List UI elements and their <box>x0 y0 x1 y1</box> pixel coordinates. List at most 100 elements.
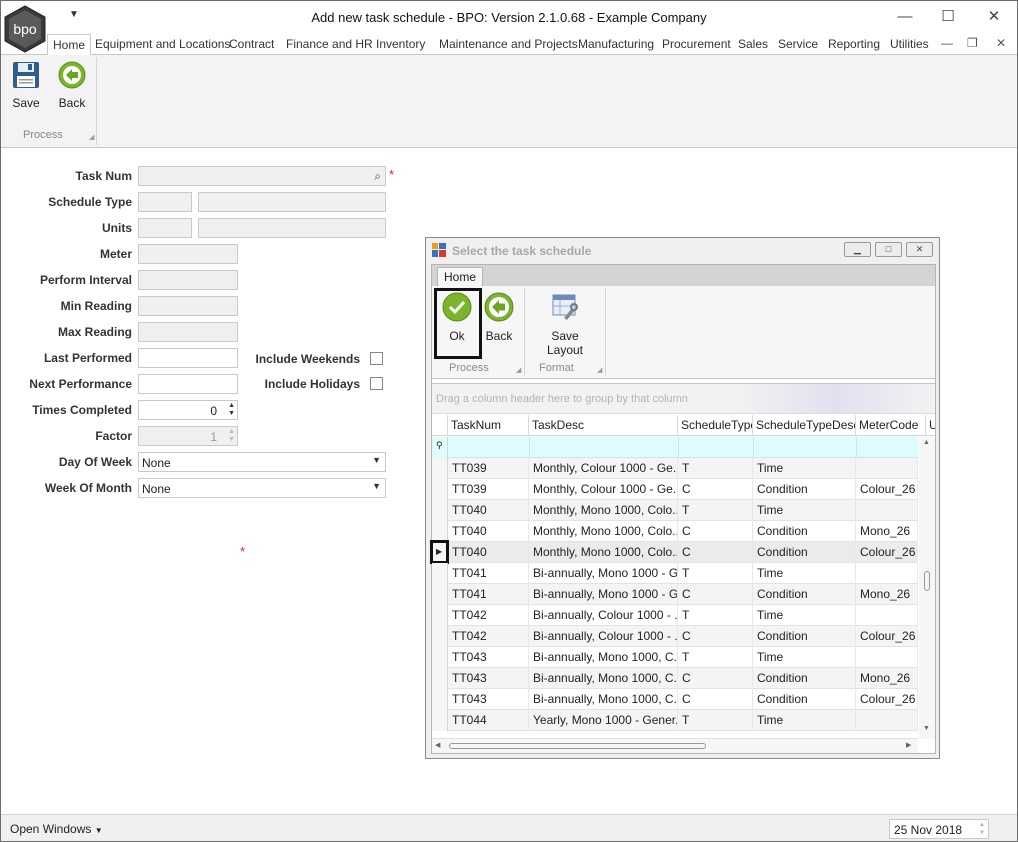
scroll-right-icon[interactable]: ▶ <box>906 741 911 749</box>
cell-scheduletype[interactable]: T <box>678 458 753 479</box>
tab-service[interactable]: Service <box>778 34 818 55</box>
column-header-scheduletypedesc[interactable]: ScheduleTypeDesc <box>753 415 856 436</box>
cell-taskdesc[interactable]: Yearly, Mono 1000 - Gener... <box>529 710 678 731</box>
perform-interval-input[interactable] <box>138 270 238 290</box>
cell-taskdesc[interactable]: Monthly, Mono 1000, Colo... <box>529 521 678 542</box>
spin-updown-icon[interactable]: ▲ ▼ <box>228 428 235 444</box>
cell-metercode[interactable] <box>856 605 918 626</box>
table-row[interactable]: TT041 Bi-annually, Mono 1000 - G... C Condi… <box>432 584 918 605</box>
save-button[interactable]: Save <box>11 61 41 110</box>
column-header-scheduletype[interactable]: ScheduleType <box>678 415 753 436</box>
tab-sales[interactable]: Sales <box>738 34 768 55</box>
cell-tasknum[interactable]: TT040 <box>448 542 529 563</box>
cell-scheduletype[interactable]: C <box>678 521 753 542</box>
cell-metercode[interactable] <box>856 500 918 521</box>
cell-tasknum[interactable]: TT043 <box>448 689 529 710</box>
auto-filter-row[interactable]: ⚲ <box>432 437 918 458</box>
vertical-scroll-thumb[interactable] <box>924 571 930 591</box>
cell-tasknum[interactable]: TT043 <box>448 668 529 689</box>
last-performed-input[interactable] <box>138 348 238 368</box>
cell-scheduletypedesc[interactable]: Time <box>753 647 856 668</box>
cell-taskdesc[interactable]: Monthly, Mono 1000, Colo... <box>529 500 678 521</box>
row-indicator[interactable] <box>432 689 448 710</box>
cell-tasknum[interactable]: TT042 <box>448 605 529 626</box>
horizontal-scrollbar[interactable]: ◀ ▶ <box>432 738 918 753</box>
cell-scheduletypedesc[interactable]: Condition <box>753 668 856 689</box>
cell-scheduletypedesc[interactable]: Time <box>753 458 856 479</box>
cell-scheduletype[interactable]: C <box>678 668 753 689</box>
close-button[interactable]: ✕ <box>972 5 1016 29</box>
table-row[interactable]: TT043 Bi-annually, Mono 1000, C... C Condit… <box>432 689 918 710</box>
cell-metercode[interactable] <box>856 563 918 584</box>
vertical-scrollbar[interactable]: ▲ ▼ <box>919 437 935 739</box>
row-indicator[interactable] <box>432 563 448 584</box>
row-indicator[interactable] <box>432 668 448 689</box>
tab-contract[interactable]: Contract <box>229 34 274 55</box>
cell-scheduletypedesc[interactable]: Condition <box>753 584 856 605</box>
cell-taskdesc[interactable]: Bi-annually, Colour 1000 - ... <box>529 605 678 626</box>
cell-metercode[interactable]: Mono_26 <box>856 668 918 689</box>
back-button[interactable]: Back <box>56 61 88 110</box>
max-reading-input[interactable] <box>138 322 238 342</box>
include-weekends-checkbox[interactable] <box>370 352 383 365</box>
table-row[interactable]: TT039 Monthly, Colour 1000 - Ge... C Condit… <box>432 479 918 500</box>
cell-metercode[interactable]: Mono_26 <box>856 521 918 542</box>
tab-inventory[interactable]: Inventory <box>376 34 425 55</box>
cell-metercode[interactable]: Colour_26 <box>856 479 918 500</box>
cell-metercode[interactable] <box>856 458 918 479</box>
cell-scheduletype[interactable]: C <box>678 689 753 710</box>
app-logo[interactable]: bpo <box>3 5 47 53</box>
cell-metercode[interactable]: Mono_26 <box>856 584 918 605</box>
cell-scheduletypedesc[interactable]: Time <box>753 563 856 584</box>
cell-scheduletypedesc[interactable]: Condition <box>753 689 856 710</box>
cell-scheduletype[interactable]: T <box>678 605 753 626</box>
table-row[interactable]: TT043 Bi-annually, Mono 1000, C... C Condit… <box>432 668 918 689</box>
min-reading-input[interactable] <box>138 296 238 316</box>
cell-taskdesc[interactable]: Bi-annually, Mono 1000 - G... <box>529 563 678 584</box>
table-row[interactable]: TT043 Bi-annually, Mono 1000, C... T Time <box>432 647 918 668</box>
horizontal-scroll-thumb[interactable] <box>449 743 706 749</box>
row-indicator[interactable] <box>432 521 448 542</box>
tab-home[interactable]: Home <box>47 34 92 56</box>
column-header-metercode[interactable]: MeterCode <box>856 415 926 436</box>
cell-tasknum[interactable]: TT040 <box>448 521 529 542</box>
mdi-close-button[interactable]: ✕ <box>996 36 1006 50</box>
table-row[interactable]: TT042 Bi-annually, Colour 1000 - ... T Time <box>432 605 918 626</box>
cell-scheduletypedesc[interactable]: Time <box>753 500 856 521</box>
cell-scheduletypedesc[interactable]: Condition <box>753 626 856 647</box>
cell-taskdesc[interactable]: Monthly, Colour 1000 - Ge... <box>529 458 678 479</box>
row-indicator[interactable] <box>432 605 448 626</box>
spin-updown-icon[interactable]: ▲ ▼ <box>979 821 985 837</box>
cell-scheduletypedesc[interactable]: Condition <box>753 521 856 542</box>
search-icon[interactable]: ⌕ <box>374 169 381 184</box>
dialog-maximize-button[interactable]: □ <box>875 242 902 257</box>
dialog-tab-home[interactable]: Home <box>437 267 484 287</box>
tab-equipment-and-locations[interactable]: Equipment and Locations <box>95 34 230 55</box>
cell-taskdesc[interactable]: Bi-annually, Mono 1000, C... <box>529 668 678 689</box>
schedule-type-code-input[interactable] <box>138 192 192 212</box>
group-expand-icon[interactable]: ◢ <box>516 366 521 374</box>
scroll-up-icon[interactable]: ▲ <box>923 439 930 446</box>
column-header-tasknum[interactable]: TaskNum <box>448 415 529 436</box>
cell-scheduletype[interactable]: C <box>678 542 753 563</box>
column-header-u[interactable]: U <box>926 415 935 436</box>
chevron-down-icon[interactable]: ▼ <box>372 481 381 491</box>
mdi-minimize-button[interactable]: — <box>941 36 953 50</box>
cell-taskdesc[interactable]: Bi-annually, Mono 1000, C... <box>529 689 678 710</box>
cell-taskdesc[interactable]: Bi-annually, Colour 1000 - ... <box>529 626 678 647</box>
scroll-down-icon[interactable]: ▼ <box>923 725 930 732</box>
tab-manufacturing[interactable]: Manufacturing <box>578 34 654 55</box>
group-expand-icon[interactable]: ◢ <box>597 366 602 374</box>
cell-scheduletype[interactable]: T <box>678 710 753 731</box>
table-row[interactable]: ▶ TT040 Monthly, Mono 1000, Colo... C Condit… <box>430 540 918 564</box>
meter-input[interactable] <box>138 244 238 264</box>
mdi-restore-button[interactable]: ❐ <box>967 36 978 50</box>
tab-maintenance-and-projects[interactable]: Maintenance and Projects <box>439 34 578 55</box>
table-row[interactable]: TT042 Bi-annually, Colour 1000 - ... C Cond… <box>432 626 918 647</box>
cell-scheduletype[interactable]: C <box>678 626 753 647</box>
group-by-panel[interactable]: Drag a column header here to group by th… <box>432 384 935 414</box>
week-of-month-select[interactable]: None ▼ <box>138 478 386 498</box>
table-row[interactable]: TT039 Monthly, Colour 1000 - Ge... T Time <box>432 458 918 479</box>
cell-scheduletype[interactable]: T <box>678 500 753 521</box>
row-indicator[interactable] <box>432 584 448 605</box>
